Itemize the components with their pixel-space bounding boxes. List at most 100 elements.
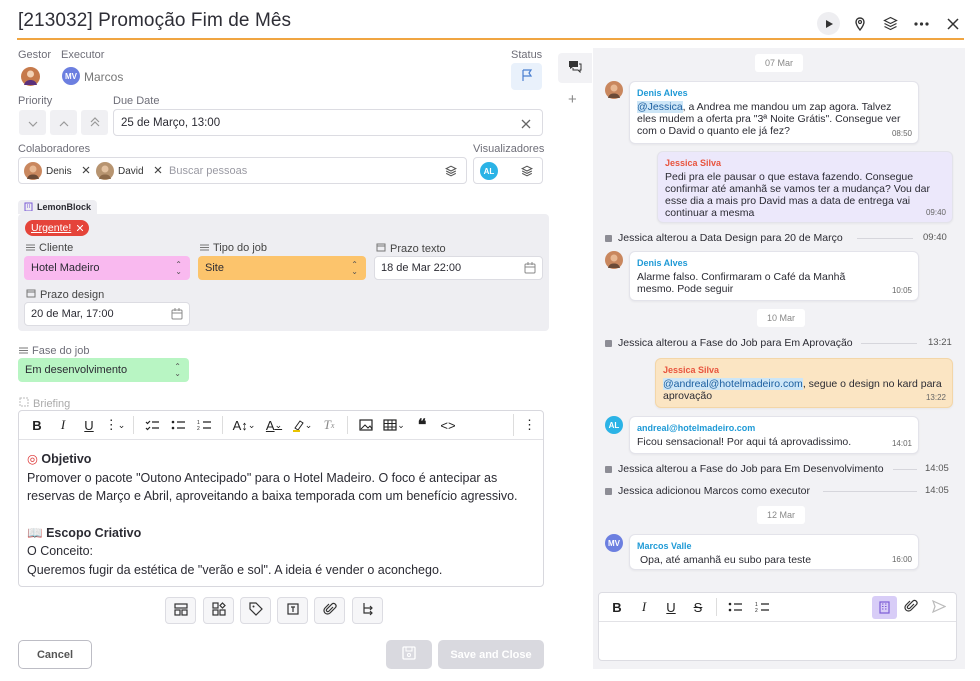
subtask-icon [361,602,375,619]
prazo-design-field[interactable]: 20 de Mar, 17:00 [24,302,190,326]
text-block-button[interactable] [277,597,308,624]
gestor-avatar[interactable] [21,67,40,86]
system-event-time: 09:40 [923,232,947,243]
table-icon[interactable]: ⌄ [380,414,408,436]
avatar [605,251,623,269]
system-event: Jessica alterou a Fase do Job para Em Ap… [605,337,853,349]
strikethrough-icon[interactable]: S [686,596,710,618]
status-flag-button[interactable] [511,63,542,90]
briefing-editor[interactable]: B I U ⋮ ⌄ 12 A↕ ⌄ A ⌄ ⌄ Tx ⌄ ❝ <> ⋮ ◎ Obje… [18,410,544,587]
add-tab-icon[interactable]: + [568,91,577,108]
briefing-content[interactable]: ◎ Objetivo Promover o pacote "Outono Ant… [19,440,543,586]
system-event-time: 14:05 [925,485,949,496]
numbered-list-icon[interactable]: 12 [750,596,774,618]
text-color-icon[interactable]: A ⌄ [261,414,287,436]
system-event: Jessica alterou a Data Design para 20 de… [605,232,843,244]
chat-panel: 07 Mar Denis Alves @Jessica, a Andrea me… [593,48,965,669]
fase-select[interactable]: Em desenvolvimento ⌃ ⌄ [18,358,189,382]
quote-icon[interactable]: ❝ [410,414,434,436]
mention[interactable]: @Jessica [637,101,683,113]
code-icon[interactable]: <> [436,414,460,436]
priority-low-button[interactable] [19,110,46,135]
bold-icon[interactable]: B [605,596,629,618]
search-people-input[interactable]: Buscar pessoas [169,165,247,177]
underline-icon[interactable]: U [77,414,101,436]
tipo-select[interactable]: Site ⌃ ⌄ [198,256,366,280]
checklist-icon[interactable] [140,414,164,436]
priority-medium-button[interactable] [50,110,77,135]
briefing-heading-objetivo: Objetivo [41,452,92,466]
executor-name[interactable]: Marcos [84,70,123,84]
save-button[interactable] [386,640,432,669]
save-icon [402,646,416,663]
widgets-block-button[interactable] [203,597,234,624]
editor-toolbar: B I U ⋮ ⌄ 12 A↕ ⌄ A ⌄ ⌄ Tx ⌄ ❝ <> ⋮ [19,411,543,440]
updown-icon: ⌃ ⌄ [174,362,181,378]
calendar-icon[interactable] [524,262,536,277]
font-size-icon[interactable]: A↕ ⌄ [229,414,259,436]
message-bubble: Marcos Valle Opa, até amanhã eu subo par… [629,534,919,570]
message-bubble: Jessica Silva @andreal@hotelmadeiro.com,… [655,358,953,408]
toolbar-divider [347,416,348,434]
clear-format-icon[interactable]: Tx [317,414,341,436]
layout-icon [173,602,188,619]
remove-icon[interactable] [154,166,162,177]
block-tab[interactable]: LemonBlock [18,200,98,214]
play-icon[interactable] [817,12,840,35]
chat-tab[interactable] [558,53,592,83]
mention[interactable]: @andreal@hotelmadeiro.com [663,378,803,390]
cliente-select[interactable]: Hotel Madeiro ⌃ ⌄ [24,256,190,280]
toolbar-divider [133,416,134,434]
layers-icon[interactable] [445,165,457,180]
info-icon [605,339,612,347]
italic-icon[interactable]: I [632,596,656,618]
cancel-button[interactable]: Cancel [18,640,92,669]
briefing-heading-escopo: Escopo Criativo [46,525,142,540]
layers-icon[interactable] [521,165,533,180]
priority-high-button[interactable] [81,110,108,135]
send-icon[interactable] [931,599,947,616]
briefing-paragraph: Queremos fugir da estética de "verão e s… [27,562,443,577]
attachment-block-button[interactable] [314,597,345,624]
executor-avatar[interactable]: MV [62,67,80,85]
info-icon [605,487,612,495]
layout-block-button[interactable] [165,597,196,624]
underline-icon[interactable]: U [659,596,683,618]
chat-bubble-icon [568,60,582,76]
building-icon[interactable] [872,596,897,619]
status-label: Status [511,49,543,61]
bullet-list-icon[interactable] [166,414,190,436]
bold-icon[interactable]: B [25,414,49,436]
subtask-block-button[interactable] [352,597,383,624]
italic-icon[interactable]: I [51,414,75,436]
image-icon[interactable] [354,414,378,436]
close-icon[interactable] [941,12,964,35]
remove-icon[interactable] [82,166,90,177]
svg-text:2: 2 [755,608,758,613]
location-pin-icon[interactable] [848,12,871,35]
widgets-icon [211,602,226,619]
more-options-icon[interactable] [910,12,933,35]
due-date-field[interactable]: 25 de Março, 13:00 [113,109,543,136]
urgent-tag[interactable]: Urgente! [25,220,90,236]
more-options-icon[interactable]: ⋮ [513,414,537,436]
more-format-icon[interactable]: ⋮ ⌄ [103,414,127,436]
gestor-label: Gestor [18,49,52,61]
clear-icon[interactable] [521,118,531,132]
prazo-texto-field[interactable]: 18 de Mar 22:00 [374,256,543,280]
layers-icon[interactable] [879,12,902,35]
tipo-label: Tipo do job [213,242,268,254]
colaboradores-field[interactable]: Denis David Buscar pessoas [18,157,467,184]
calendar-icon [26,288,36,301]
avatar: AL [605,416,623,434]
tag-block-button[interactable] [240,597,271,624]
paperclip-icon[interactable] [904,599,918,616]
highlight-icon[interactable]: ⌄ [289,414,315,436]
calendar-icon[interactable] [171,308,183,323]
visualizadores-field[interactable]: AL [473,157,543,184]
bullet-list-icon[interactable] [723,596,747,618]
numbered-list-icon[interactable]: 12 [192,414,216,436]
save-and-close-button[interactable]: Save and Close [438,640,544,669]
message-input[interactable] [599,622,956,660]
remove-icon[interactable] [76,222,84,234]
